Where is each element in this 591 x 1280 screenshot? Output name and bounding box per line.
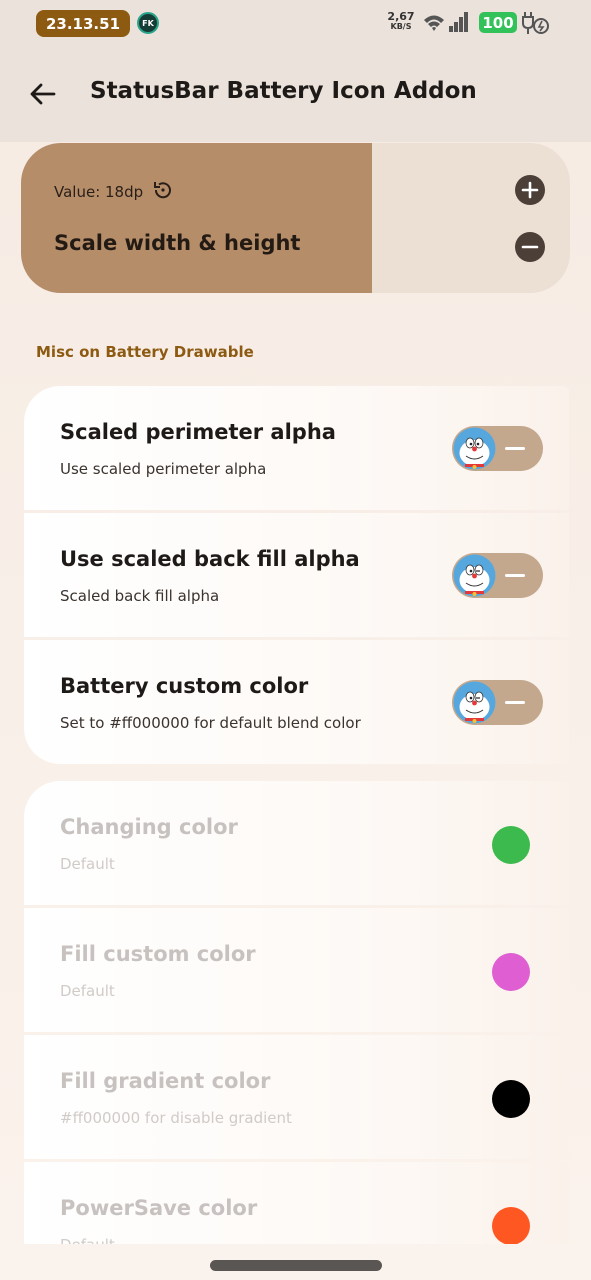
page-title: StatusBar Battery Icon Addon	[90, 78, 477, 104]
item-subtitle: Default	[60, 982, 115, 1000]
charging-plug-icon	[522, 12, 549, 34]
cat-face-icon	[453, 681, 496, 724]
cell-signal-icon	[449, 12, 468, 32]
plus-icon	[521, 181, 539, 199]
color-group: Changing color Default Fill custom color…	[24, 781, 569, 1244]
item-title: Fill custom color	[60, 942, 256, 966]
color-swatch[interactable]	[492, 1207, 530, 1244]
app-bar: StatusBar Battery Icon Addon	[0, 48, 591, 142]
item-subtitle: #ff000000 for disable gradient	[60, 1109, 292, 1127]
slider-fill	[21, 143, 373, 293]
toggle-group: Scaled perimeter alpha Use scaled perime…	[24, 386, 569, 764]
list-item[interactable]: Use scaled back fill alpha Scaled back f…	[24, 513, 569, 637]
toggle-switch[interactable]	[452, 680, 543, 725]
color-swatch[interactable]	[492, 953, 530, 991]
reset-icon[interactable]	[152, 179, 174, 201]
scale-slider[interactable]: Value: 18dp Scale width & height	[21, 143, 570, 293]
increase-button[interactable]	[515, 175, 545, 205]
toggle-off-mark	[505, 447, 525, 450]
item-title: Scaled perimeter alpha	[60, 420, 336, 444]
slider-title: Scale width & height	[54, 231, 301, 255]
toggle-off-mark	[505, 701, 525, 704]
item-subtitle: Default	[60, 855, 115, 873]
color-swatch[interactable]	[492, 826, 530, 864]
item-title: Use scaled back fill alpha	[60, 547, 360, 571]
back-arrow-icon[interactable]	[26, 78, 58, 110]
item-subtitle: Default	[60, 1236, 115, 1244]
item-subtitle: Use scaled perimeter alpha	[60, 460, 267, 478]
network-speed: 2,67 KB/S	[384, 10, 418, 32]
network-speed-value: 2,67	[387, 10, 415, 23]
cat-face-icon	[453, 554, 496, 597]
toggle-switch[interactable]	[452, 553, 543, 598]
list-item[interactable]: Changing color Default	[24, 781, 569, 905]
cat-face-icon	[453, 427, 496, 470]
slider-value: Value: 18dp	[54, 183, 144, 201]
item-title: Fill gradient color	[60, 1069, 271, 1093]
wifi-icon	[424, 15, 444, 31]
list-item[interactable]: Scaled perimeter alpha Use scaled perime…	[24, 386, 569, 510]
network-speed-unit: KB/S	[390, 22, 412, 31]
item-title: Changing color	[60, 815, 238, 839]
gesture-navigation-bar[interactable]	[210, 1260, 382, 1271]
item-subtitle: Scaled back fill alpha	[60, 587, 220, 605]
list-item[interactable]: PowerSave color Default	[24, 1162, 569, 1244]
toggle-off-mark	[505, 574, 525, 577]
item-title: PowerSave color	[60, 1196, 258, 1220]
toggle-switch[interactable]	[452, 426, 543, 471]
clock: 23.13.51	[36, 10, 130, 37]
status-bar: 23.13.51 FK 2,67 KB/S 100	[0, 0, 591, 48]
battery-indicator: 100	[479, 12, 517, 33]
minus-icon	[521, 245, 539, 249]
section-header: Misc on Battery Drawable	[36, 343, 254, 361]
list-item[interactable]: Fill gradient color #ff000000 for disabl…	[24, 1035, 569, 1159]
app-notification-icon: FK	[137, 12, 159, 34]
item-title: Battery custom color	[60, 674, 309, 698]
list-item[interactable]: Battery custom color Set to #ff000000 fo…	[24, 640, 569, 764]
item-subtitle: Set to #ff000000 for default blend color	[60, 714, 361, 732]
decrease-button[interactable]	[515, 232, 545, 262]
list-item[interactable]: Fill custom color Default	[24, 908, 569, 1032]
color-swatch[interactable]	[492, 1080, 530, 1118]
